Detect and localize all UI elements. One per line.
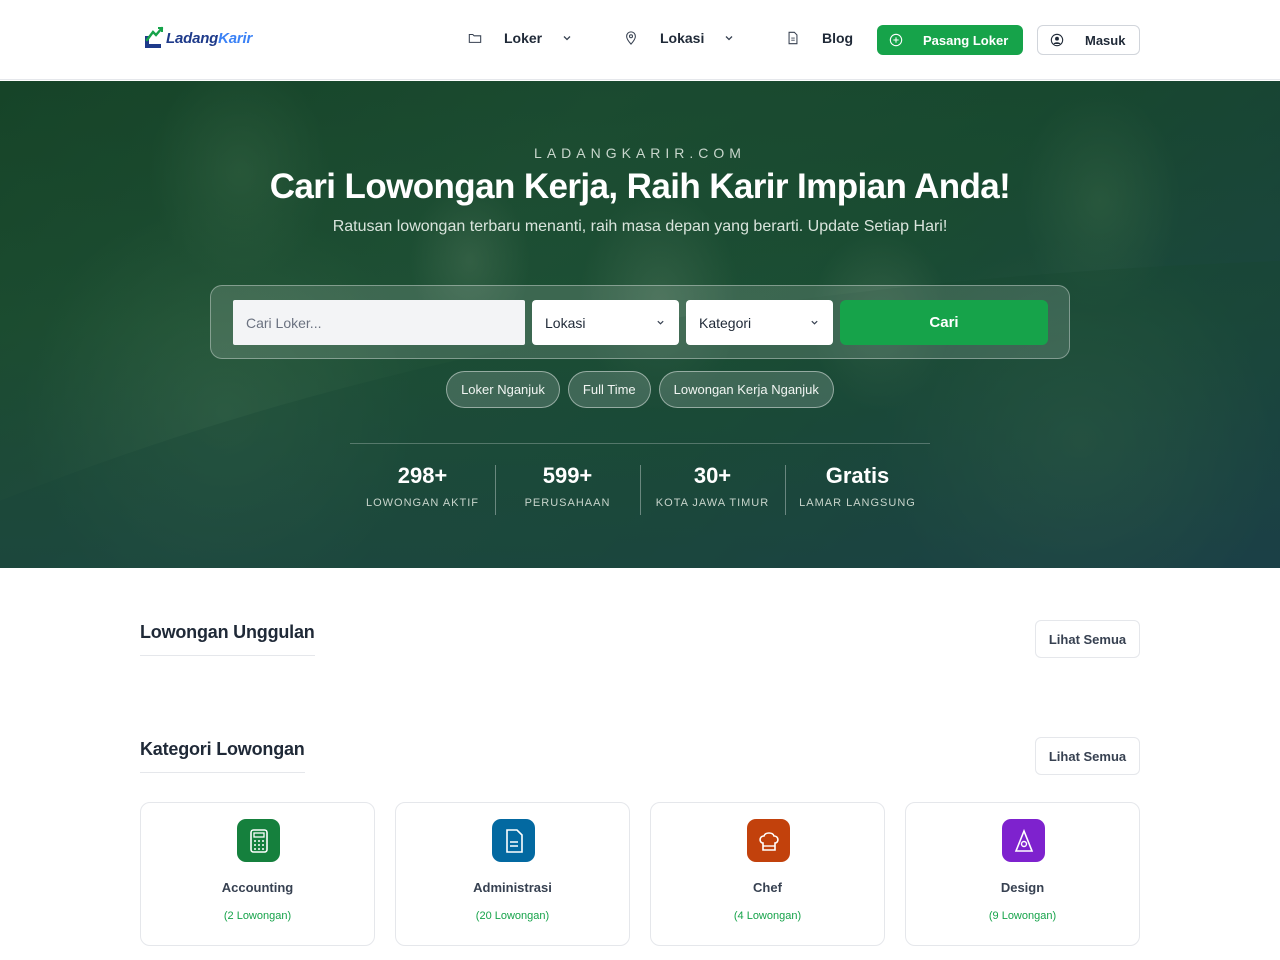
category-card-administrasi[interactable]: Administrasi (20 Lowongan) <box>395 802 630 946</box>
site-logo[interactable]: LadangKarir <box>142 26 252 50</box>
nav-blog[interactable]: Blog <box>786 30 853 46</box>
hero-title: Cari Lowongan Kerja, Raih Karir Impian A… <box>269 167 1011 206</box>
category-card-accounting[interactable]: Accounting (2 Lowongan) <box>140 802 375 946</box>
document-icon <box>788 31 798 45</box>
nav-loker-label: Loker <box>504 30 543 46</box>
nav-lokasi[interactable]: Lokasi <box>624 30 734 46</box>
featured-jobs-header: Lowongan Unggulan Lihat Semua <box>140 620 1140 660</box>
category-name: Design <box>1000 880 1045 895</box>
post-job-button[interactable]: Pasang Loker <box>877 25 1023 55</box>
chip-full-time[interactable]: Full Time <box>567 371 651 408</box>
stat-cities: 30+ KOTA JAWA TIMUR <box>640 461 785 515</box>
compass-icon <box>1002 819 1045 862</box>
post-job-label: Pasang Loker <box>923 32 1009 48</box>
hero-stats: 298+ LOWONGAN AKTIF 599+ PERUSAHAAN 30+ … <box>350 461 930 515</box>
category-card-chef[interactable]: Chef (4 Lowongan) <box>650 802 885 946</box>
stat-label: LOWONGAN AKTIF <box>365 497 479 509</box>
category-count: (20 Lowongan) <box>475 910 550 922</box>
chevron-down-icon <box>657 320 664 325</box>
stat-companies: 599+ PERUSAHAAN <box>495 461 640 515</box>
category-name: Accounting <box>221 880 294 895</box>
stats-divider <box>350 443 930 444</box>
folder-icon <box>468 33 482 43</box>
chip-lowongan-kerja-nganjuk[interactable]: Lowongan Kerja Nganjuk <box>658 371 834 408</box>
section-title: Lowongan Unggulan <box>140 622 315 656</box>
category-count: (2 Lowongan) <box>223 910 292 922</box>
category-card-design[interactable]: Design (9 Lowongan) <box>905 802 1140 946</box>
section-title: Kategori Lowongan <box>140 739 305 773</box>
chevron-down-icon <box>563 36 571 41</box>
calculator-icon <box>237 819 280 862</box>
logo-text: LadangKarir <box>166 29 253 47</box>
stat-value: 599+ <box>542 463 593 488</box>
site-header: LadangKarir Loker Lokasi Blog Pasang Lok… <box>0 0 1280 80</box>
plus-circle-icon <box>889 33 903 47</box>
nav-lokasi-label: Lokasi <box>660 30 705 46</box>
chef-hat-icon <box>747 819 790 862</box>
stat-active-jobs: 298+ LOWONGAN AKTIF <box>350 461 495 509</box>
stat-label: PERUSAHAAN <box>524 497 611 509</box>
chip-loker-nganjuk[interactable]: Loker Nganjuk <box>446 371 560 408</box>
chevron-down-icon <box>725 36 733 41</box>
job-search-form: Lokasi Kategori Cari <box>210 285 1070 359</box>
login-label: Masuk <box>1085 32 1126 48</box>
category-name: Chef <box>753 880 782 895</box>
map-pin-icon <box>626 31 636 45</box>
category-count: (9 Lowongan) <box>988 910 1057 922</box>
location-select[interactable]: Lokasi <box>532 300 679 345</box>
popular-search-chips: Loker Nganjuk Full Time Lowongan Kerja N… <box>0 371 1280 408</box>
nav-loker[interactable]: Loker <box>468 30 572 46</box>
stat-label: KOTA JAWA TIMUR <box>655 497 770 509</box>
see-all-categories-button[interactable]: Lihat Semua <box>1035 737 1140 775</box>
login-button[interactable]: Masuk <box>1037 25 1140 55</box>
chevron-down-icon <box>811 320 818 325</box>
user-circle-icon <box>1050 33 1064 47</box>
category-count: (4 Lowongan) <box>733 910 802 922</box>
stat-label: LAMAR LANGSUNG <box>799 497 916 509</box>
hero-subtitle: Ratusan lowongan terbaru menanti, raih m… <box>332 218 948 235</box>
hero-kicker: LADANGKARIR.COM <box>534 145 746 161</box>
stat-value: Gratis <box>825 463 890 488</box>
stat-value: 298+ <box>397 463 448 488</box>
location-select-value: Lokasi <box>545 314 586 331</box>
category-name: Administrasi <box>473 880 552 895</box>
search-submit-button[interactable]: Cari <box>840 300 1048 345</box>
logo-mark-icon <box>145 26 164 48</box>
category-select-value: Kategori <box>699 314 752 331</box>
keyword-search-input[interactable] <box>233 300 525 345</box>
stat-free-apply: Gratis LAMAR LANGSUNG <box>785 461 930 515</box>
category-select[interactable]: Kategori <box>686 300 833 345</box>
hero-section: LADANGKARIR.COM Cari Lowongan Kerja, Rai… <box>0 81 1280 568</box>
categories-header: Kategori Lowongan Lihat Semua <box>140 737 1140 777</box>
stat-value: 30+ <box>693 463 732 488</box>
category-cards: Accounting (2 Lowongan) Administrasi (20… <box>140 802 1140 946</box>
document-icon <box>492 819 535 862</box>
nav-blog-label: Blog <box>822 30 854 46</box>
see-all-featured-button[interactable]: Lihat Semua <box>1035 620 1140 658</box>
